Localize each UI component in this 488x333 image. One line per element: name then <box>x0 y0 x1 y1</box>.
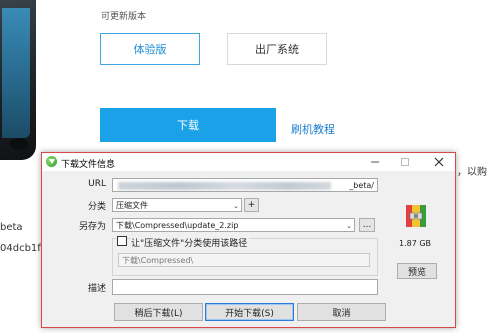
zip-archive-icon <box>404 203 428 229</box>
factory-system-option[interactable]: 出厂系统 <box>227 33 327 65</box>
downloader-app-icon <box>46 156 57 167</box>
download-later-button[interactable]: 稍后下载(L) <box>114 303 203 321</box>
file-size: 1.87 GB <box>399 239 432 248</box>
side-text-hash: 04dcb1f <box>0 243 41 254</box>
cancel-button[interactable]: 取消 <box>297 303 386 321</box>
add-category-button[interactable]: + <box>244 198 259 212</box>
updatable-version-label: 可更新版本 <box>101 12 147 22</box>
download-button[interactable]: 下载 <box>100 108 276 142</box>
flash-tutorial-link[interactable]: 刷机教程 <box>291 121 335 137</box>
browse-button[interactable]: ... <box>359 218 375 232</box>
close-icon[interactable] <box>424 153 454 171</box>
url-value-tail: _beta/ <box>347 179 374 191</box>
category-path-field: 下载\Compressed\ <box>118 253 370 267</box>
phone-image <box>0 0 36 160</box>
minimize-icon[interactable] <box>360 153 390 171</box>
phone-camera <box>10 138 28 150</box>
preview-button[interactable]: 预览 <box>397 263 437 279</box>
url-blurred-text <box>118 182 331 190</box>
side-text-right: ，以购 <box>457 167 487 178</box>
dialog-title: 下载文件信息 <box>61 160 116 170</box>
use-path-checkbox[interactable] <box>117 236 127 246</box>
experience-version-option[interactable]: 体验版 <box>100 33 200 65</box>
download-file-info-dialog: 下载文件信息 URL _beta/ 分类 压缩文件 ⌄ + 另存为 下载\Com… <box>41 152 456 328</box>
url-label: URL <box>88 179 106 189</box>
category-label: 分类 <box>87 202 106 212</box>
url-field[interactable]: _beta/ <box>112 178 378 192</box>
category-select[interactable]: 压缩文件 ⌄ <box>112 198 242 212</box>
chevron-down-icon: ⌄ <box>233 202 239 210</box>
start-download-button[interactable]: 开始下载(S) <box>205 303 294 321</box>
maximize-icon[interactable] <box>390 153 420 171</box>
chevron-down-icon: ⌄ <box>346 222 352 230</box>
description-input[interactable] <box>112 279 378 295</box>
side-text-beta: beta <box>0 222 23 233</box>
use-path-checkbox-label[interactable]: 让"压缩文件"分类使用该路径 <box>131 236 250 249</box>
save-as-label: 另存为 <box>78 222 106 232</box>
description-label: 描述 <box>87 284 106 294</box>
save-path-value: 下载\Compressed\update_2.zip <box>116 221 239 230</box>
save-path-select[interactable]: 下载\Compressed\update_2.zip ⌄ <box>112 218 355 232</box>
category-value: 压缩文件 <box>116 201 148 210</box>
dialog-titlebar[interactable]: 下载文件信息 <box>42 153 455 171</box>
phone-screen <box>2 8 30 138</box>
